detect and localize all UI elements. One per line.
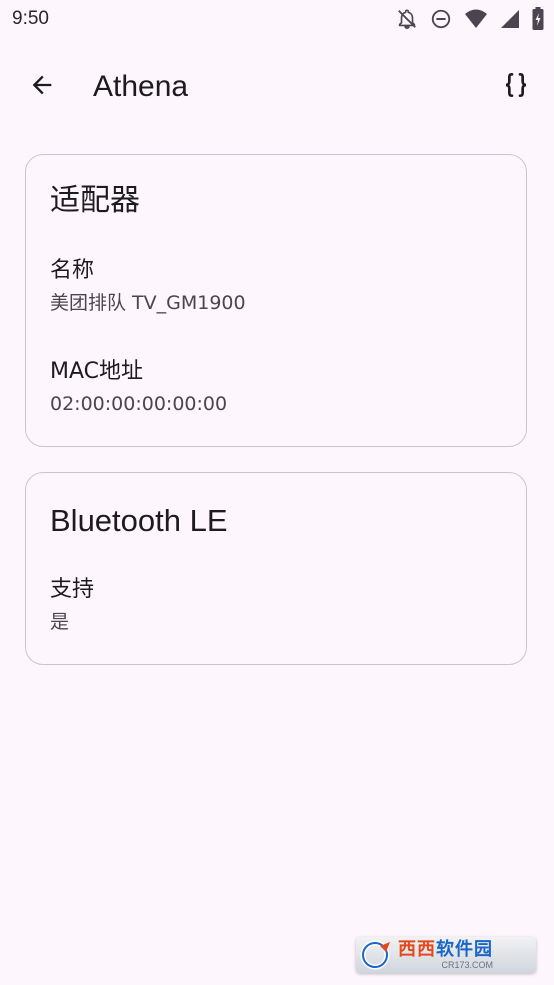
watermark-sub: CR173.COM [441, 959, 493, 970]
name-label: 名称 [50, 258, 95, 283]
adapter-card-title: 适配器 [50, 183, 140, 218]
code-view-button[interactable] [496, 67, 536, 107]
notifications-off-icon [396, 8, 418, 30]
status-time: 9:50 [12, 8, 49, 29]
supported-value: 是 [50, 611, 70, 633]
status-bar: 9:50 [0, 0, 554, 38]
name-value: 美团排队 TV_GM1900 [50, 292, 246, 314]
watermark-logo-icon [356, 937, 398, 973]
site-watermark: 西西软件园 CR173.COM [356, 937, 536, 973]
watermark-main: 西西软件园 [398, 938, 493, 960]
supported-label: 支持 [50, 577, 95, 602]
watermark-text: 西西软件园 CR173.COM [398, 938, 493, 970]
bluetooth-le-card: Bluetooth LE 支持 是 [25, 472, 527, 665]
do-not-disturb-icon [430, 8, 452, 30]
bluetooth-le-card-title: Bluetooth LE [50, 503, 228, 538]
mac-address-value: 02:00:00:00:00:00 [50, 393, 228, 415]
back-button[interactable] [22, 67, 62, 107]
arrow-back-icon [28, 71, 56, 103]
adapter-card: 适配器 名称 美团排队 TV_GM1900 MAC地址 02:00:00:00:… [25, 154, 527, 447]
status-icons [396, 7, 544, 31]
watermark-main-part2: 软件园 [436, 938, 493, 960]
battery-charging-icon [532, 7, 544, 31]
code-braces-icon [500, 69, 532, 105]
mac-address-label: MAC地址 [50, 359, 144, 384]
signal-icon [500, 8, 520, 30]
wifi-icon [464, 8, 488, 30]
top-app-bar: Athena [0, 50, 554, 124]
page-title: Athena [93, 70, 189, 103]
watermark-main-part1: 西西 [398, 938, 436, 960]
